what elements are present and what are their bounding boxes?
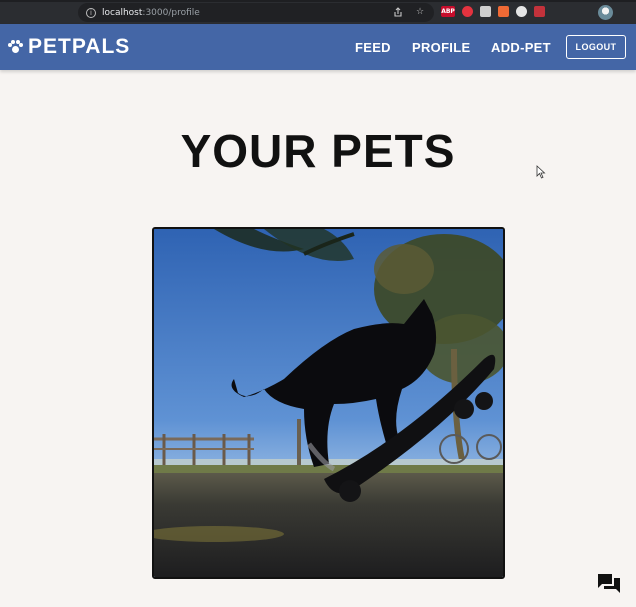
extension-icon[interactable]	[516, 6, 527, 17]
nav-link-feed[interactable]: FEED	[355, 40, 391, 55]
logout-button[interactable]: LOGOUT	[566, 35, 626, 59]
brand-name: PETPALS	[28, 35, 131, 58]
nav-link-add-pet[interactable]: ADD-PET	[491, 40, 551, 55]
url-text[interactable]: localhost:3000/profile	[102, 8, 200, 18]
extensions-tray: ABP	[441, 6, 545, 17]
mouse-pointer-icon	[536, 165, 546, 179]
extension-icon[interactable]	[480, 6, 491, 17]
forum-icon[interactable]	[597, 573, 621, 595]
profile-avatar-icon[interactable]	[598, 5, 613, 20]
extension-icon[interactable]	[498, 6, 509, 17]
pet-image[interactable]	[152, 227, 505, 579]
nav-link-profile[interactable]: PROFILE	[412, 40, 470, 55]
address-bar[interactable]: i localhost:3000/profile ☆	[78, 3, 434, 22]
extension-icon[interactable]	[534, 6, 545, 17]
share-icon[interactable]	[392, 6, 404, 18]
extension-icon[interactable]	[462, 6, 473, 17]
browser-toolbar: i localhost:3000/profile ☆ ABP	[0, 0, 636, 24]
paw-icon	[8, 40, 23, 54]
tab-strip-edge	[0, 0, 636, 2]
adblock-extension-icon[interactable]: ABP	[441, 6, 455, 17]
app-navbar: PETPALS FEED PROFILE ADD-PET LOGOUT	[0, 24, 636, 70]
address-bar-actions: ☆	[392, 6, 426, 18]
bookmark-star-icon[interactable]: ☆	[414, 6, 426, 18]
site-info-icon[interactable]: i	[86, 7, 96, 18]
brand[interactable]: PETPALS	[8, 35, 130, 59]
